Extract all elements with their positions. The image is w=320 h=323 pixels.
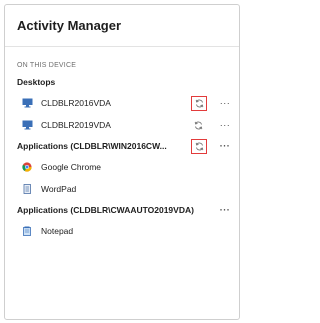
panel-content: ON THIS DEVICE Desktops CLDBLR2016VDA ··…	[5, 47, 239, 242]
chrome-icon	[21, 161, 33, 173]
app-item-notepad[interactable]: Notepad	[5, 220, 239, 242]
app-label: Notepad	[41, 226, 74, 236]
activity-manager-panel: Activity Manager ON THIS DEVICE Desktops…	[4, 4, 240, 320]
more-options-icon[interactable]: ···	[217, 136, 233, 156]
desktop-item-cldblr2019vda[interactable]: CLDBLR2019VDA ···	[5, 114, 239, 136]
desktops-group-title: Desktops	[5, 72, 239, 92]
more-options-icon[interactable]: ···	[217, 98, 233, 108]
apps-group-win2016-title: Applications (CLDBLR\WIN2016CW... ···	[5, 136, 239, 156]
panel-title: Activity Manager	[17, 18, 122, 33]
more-options-icon[interactable]: ···	[217, 200, 233, 220]
desktop-icon	[21, 119, 33, 131]
apps-group-cwaauto2019vda-title: Applications (CLDBLR\CWAAUTO2019VDA) ···	[5, 200, 239, 220]
reconnect-icon[interactable]	[191, 138, 207, 154]
app-item-wordpad[interactable]: WordPad	[5, 178, 239, 200]
desktop-icon	[21, 97, 33, 109]
desktop-label: CLDBLR2019VDA	[41, 120, 111, 130]
apps-group-win2016-label: Applications (CLDBLR\WIN2016CW...	[17, 141, 167, 151]
desktops-group-label: Desktops	[17, 77, 56, 87]
desktop-item-cldblr2016vda[interactable]: CLDBLR2016VDA ···	[5, 92, 239, 114]
reconnect-icon[interactable]	[192, 119, 205, 132]
notepad-icon	[21, 225, 33, 237]
app-label: Google Chrome	[41, 162, 102, 172]
wordpad-icon	[21, 183, 33, 195]
desktop-label: CLDBLR2016VDA	[41, 98, 111, 108]
section-label: ON THIS DEVICE	[17, 62, 77, 69]
app-item-google-chrome[interactable]: Google Chrome	[5, 156, 239, 178]
apps-group-cwaauto2019vda-label: Applications (CLDBLR\CWAAUTO2019VDA)	[17, 205, 194, 215]
app-label: WordPad	[41, 184, 77, 194]
more-options-icon[interactable]: ···	[217, 120, 233, 130]
panel-header: Activity Manager	[5, 5, 239, 47]
reconnect-icon[interactable]	[191, 95, 207, 111]
